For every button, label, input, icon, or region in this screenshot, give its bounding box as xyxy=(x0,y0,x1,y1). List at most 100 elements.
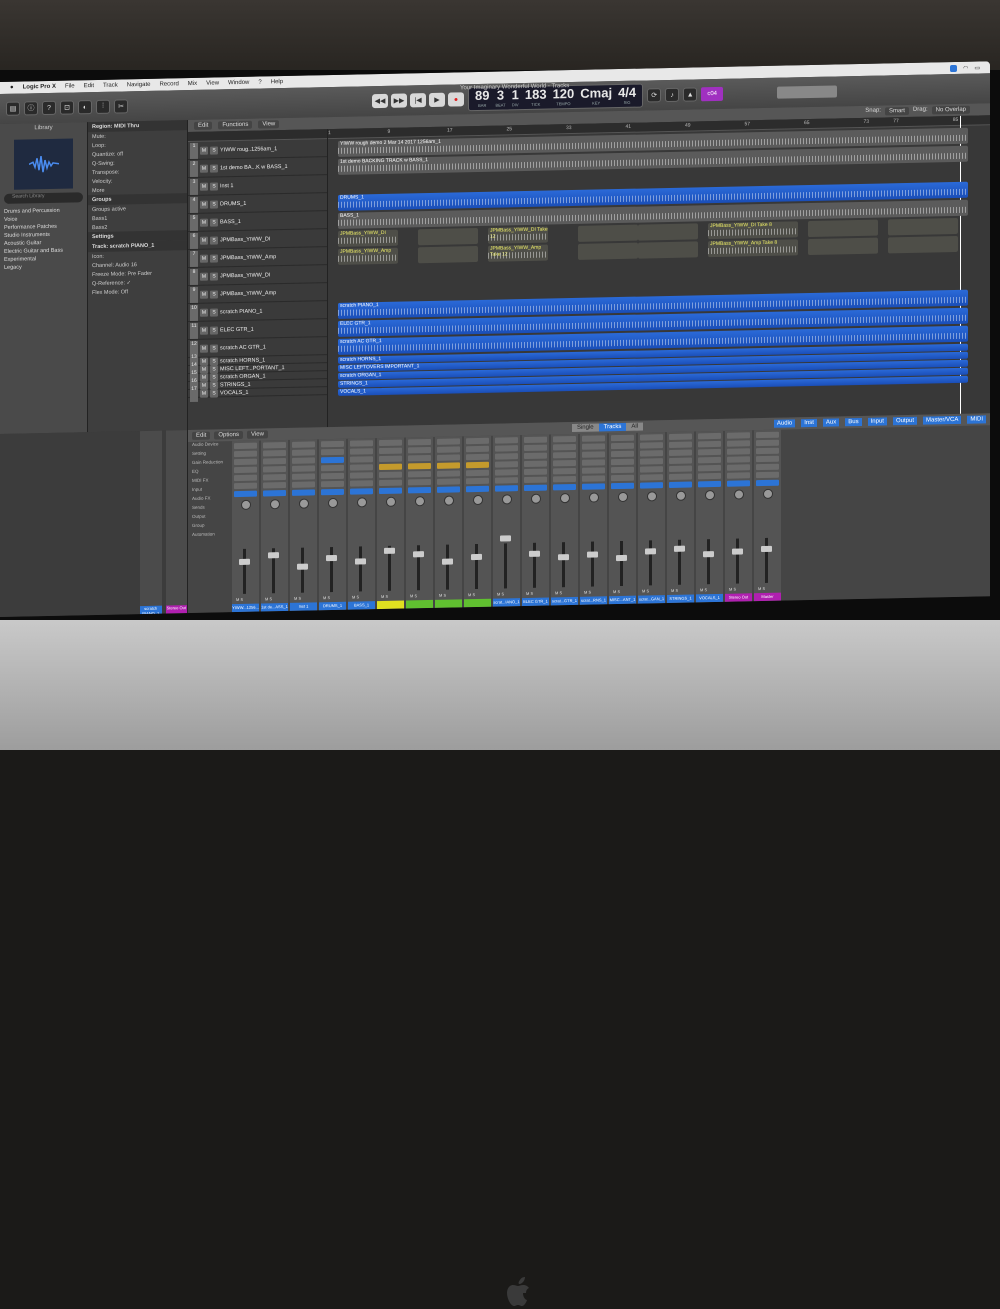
inspector-toggle-icon[interactable]: ⓘ xyxy=(24,101,38,116)
solo-button[interactable]: S xyxy=(210,271,218,281)
input-slot[interactable] xyxy=(379,455,402,463)
output-slot[interactable] xyxy=(495,477,518,484)
mute-button[interactable]: M xyxy=(200,373,208,382)
filter-aux[interactable]: Aux xyxy=(822,418,840,427)
mute-solo-buttons[interactable]: M S xyxy=(555,590,562,595)
input-slot[interactable] xyxy=(495,453,518,460)
setting-button[interactable] xyxy=(698,432,721,440)
help-icon[interactable]: ? xyxy=(42,100,56,116)
solo-button[interactable]: S xyxy=(210,181,218,191)
audio-fx-slot[interactable] xyxy=(379,463,402,471)
track-name[interactable]: scratch HORNS_1 xyxy=(220,357,265,364)
metronome-icon[interactable]: ▲ xyxy=(683,87,698,102)
fader-cap[interactable] xyxy=(732,548,743,555)
mute-solo-buttons[interactable]: M S xyxy=(410,593,417,598)
track-name[interactable]: YIWW roug..1256am_1 xyxy=(220,146,277,153)
mute-solo-buttons[interactable]: M S xyxy=(381,594,388,599)
fader-cap[interactable] xyxy=(239,558,250,565)
setting-button[interactable] xyxy=(292,441,315,448)
fader-cap[interactable] xyxy=(616,554,627,562)
pan-knob[interactable] xyxy=(733,489,744,500)
mode-tracks[interactable]: Tracks xyxy=(598,422,627,432)
channel-strip[interactable]: M S ELEC GTR_1 xyxy=(522,434,549,607)
filter-midi[interactable]: MIDI xyxy=(967,415,986,424)
track-name[interactable]: BASS_1 xyxy=(220,218,241,224)
mute-button[interactable]: M xyxy=(200,164,208,173)
output-slot[interactable] xyxy=(350,480,373,487)
region[interactable]: JPMBass_YIWW_DI Take 12 xyxy=(488,226,548,244)
solo-button[interactable]: S xyxy=(210,253,218,263)
channel-strip[interactable]: M S xyxy=(435,436,462,608)
output-slot[interactable] xyxy=(611,474,634,482)
sends-slot[interactable] xyxy=(379,471,402,479)
automation-slot[interactable] xyxy=(263,490,286,497)
mute-solo-buttons[interactable]: M S xyxy=(671,588,678,593)
mixer-view-menu[interactable]: View xyxy=(247,430,268,439)
record-icon[interactable]: ● xyxy=(448,92,464,107)
audio-fx-slot[interactable] xyxy=(437,462,460,469)
automation-slot[interactable] xyxy=(350,488,373,495)
automation-slot[interactable] xyxy=(582,483,605,490)
master-volume-slider[interactable] xyxy=(777,85,838,99)
automation-slot[interactable] xyxy=(756,479,779,487)
mute-solo-buttons[interactable]: M S xyxy=(526,591,533,596)
eq-slot[interactable] xyxy=(350,448,373,455)
snap-select[interactable]: Smart xyxy=(884,106,909,116)
fader-cap[interactable] xyxy=(645,548,656,555)
region[interactable]: JPMBass_YIWW_Amp Take 12 xyxy=(488,244,548,262)
inspector-strip[interactable]: scratch PIANO_1 xyxy=(140,430,162,616)
fader-cap[interactable] xyxy=(558,554,569,561)
mute-solo-buttons[interactable]: M S xyxy=(236,597,243,602)
fader-cap[interactable] xyxy=(413,551,424,558)
eq-slot[interactable] xyxy=(524,444,547,452)
fader-cap[interactable] xyxy=(355,558,366,565)
input-slot[interactable] xyxy=(466,453,489,461)
tracks-functions-menu[interactable]: Functions xyxy=(218,120,253,130)
channel-strip[interactable]: M S Inst 1 xyxy=(290,439,317,611)
editors-toggle-icon[interactable]: ✂ xyxy=(114,99,128,114)
audio-fx-slot[interactable] xyxy=(553,459,576,467)
output-slot[interactable] xyxy=(524,476,547,484)
setting-button[interactable] xyxy=(466,437,489,445)
region[interactable] xyxy=(418,227,478,246)
sends-slot[interactable] xyxy=(350,472,373,479)
eq-slot[interactable] xyxy=(640,442,663,449)
tuner-icon[interactable]: ♪ xyxy=(665,87,680,103)
mute-solo-buttons[interactable]: M S xyxy=(468,592,475,597)
audio-fx-slot[interactable] xyxy=(408,462,431,470)
mode-all[interactable]: All xyxy=(626,422,644,431)
eq-slot[interactable] xyxy=(495,445,518,452)
mute-button[interactable]: M xyxy=(200,365,208,374)
output-slot[interactable] xyxy=(234,482,257,490)
fader-cap[interactable] xyxy=(297,563,308,570)
mute-button[interactable]: M xyxy=(200,218,208,227)
input-slot[interactable] xyxy=(437,454,460,461)
pan-knob[interactable] xyxy=(704,490,715,501)
menu-extra[interactable]: ? xyxy=(258,80,261,86)
pan-knob[interactable] xyxy=(559,493,570,504)
audio-fx-slot[interactable] xyxy=(466,461,489,469)
mute-button[interactable]: M xyxy=(200,272,208,281)
library-toggle-icon[interactable]: ▤ xyxy=(6,101,20,116)
fader-cap[interactable] xyxy=(500,535,511,542)
mute-button[interactable]: M xyxy=(200,357,208,366)
audio-fx-slot[interactable] xyxy=(727,456,750,463)
library-search-input[interactable]: Search Library xyxy=(4,192,83,204)
input-slot[interactable] xyxy=(669,449,692,456)
input-slot[interactable] xyxy=(698,448,721,456)
eq-slot[interactable] xyxy=(408,446,431,454)
setting-button[interactable] xyxy=(727,432,750,439)
automation-slot[interactable] xyxy=(495,485,518,492)
setting-button[interactable] xyxy=(611,434,634,442)
mute-button[interactable]: M xyxy=(200,182,208,191)
sends-slot[interactable] xyxy=(437,470,460,477)
region[interactable] xyxy=(808,237,878,256)
status-battery-icon[interactable]: ▭ xyxy=(974,64,980,71)
mute-solo-buttons[interactable]: M S xyxy=(584,590,591,595)
mute-button[interactable]: M xyxy=(200,326,208,335)
output-slot[interactable] xyxy=(321,480,344,488)
forward-icon[interactable]: ▶▶ xyxy=(391,93,407,108)
mute-solo-buttons[interactable]: M S xyxy=(700,587,707,592)
audio-fx-slot[interactable] xyxy=(292,465,315,472)
automation-slot[interactable] xyxy=(698,480,721,488)
